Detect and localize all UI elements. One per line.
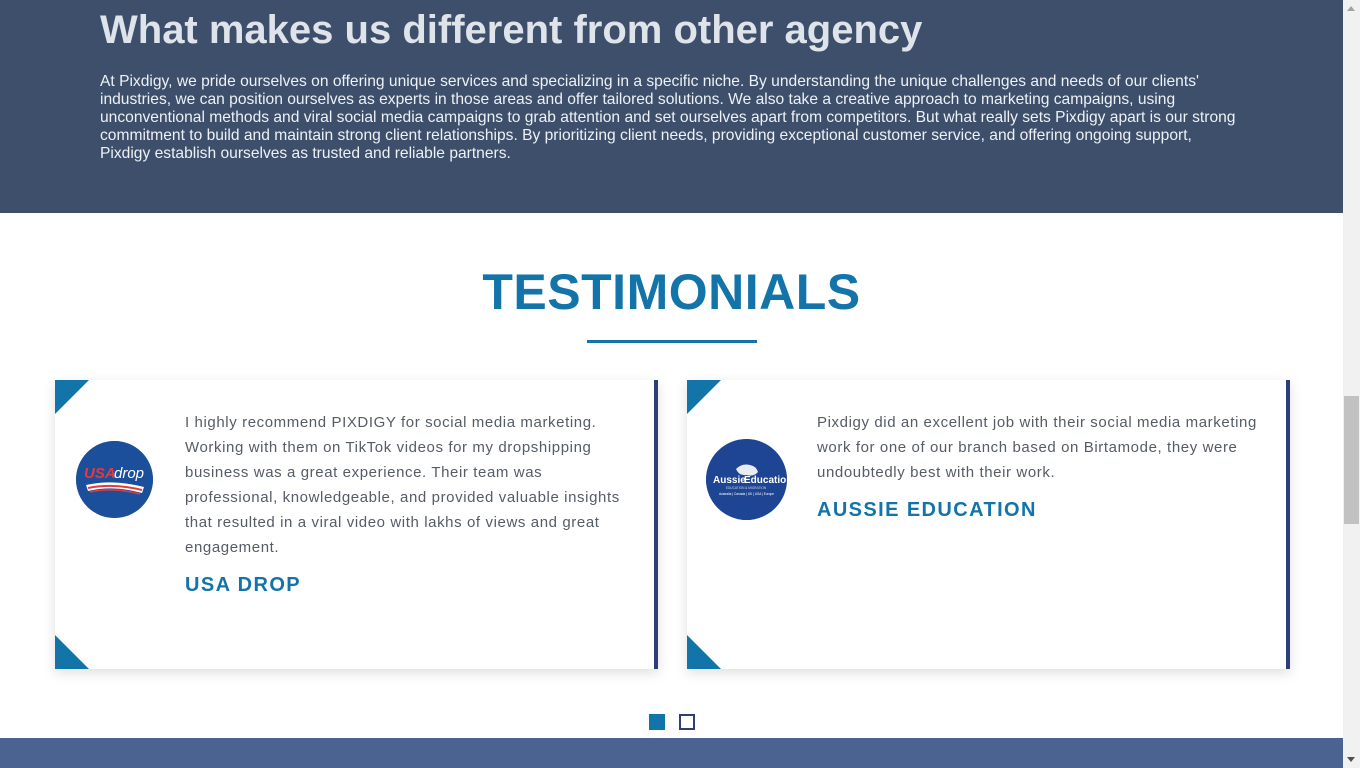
testimonial-author: AUSSIE EDUCATION	[817, 499, 1037, 521]
testimonial-quote: Pixdigy did an excellent job with their …	[817, 414, 1257, 481]
aussie-education-logo: Aussie Education EDUCATION & MIGRATION A…	[706, 439, 787, 520]
corner-decoration	[687, 635, 721, 669]
different-section-title: What makes us different from other agenc…	[100, 8, 923, 52]
testimonial-card: Aussie Education EDUCATION & MIGRATION A…	[687, 380, 1290, 669]
svg-text:Australia | Canada | UK | USA: Australia | Canada | UK | USA | Europe	[719, 492, 774, 496]
page: What makes us different from other agenc…	[0, 0, 1343, 768]
testimonial-author: USA DROP	[185, 574, 302, 596]
scrollbar-thumb[interactable]	[1344, 396, 1359, 524]
svg-text:EDUCATION & MIGRATION: EDUCATION & MIGRATION	[726, 486, 767, 490]
footer-band	[0, 738, 1343, 768]
svg-text:drop: drop	[114, 465, 144, 482]
testimonial-card: USA drop I highly recommend PIXDIGY for …	[55, 380, 658, 669]
scroll-down-arrow-icon[interactable]	[1343, 751, 1360, 768]
slider-dot-1-active[interactable]	[649, 714, 665, 730]
usa-drop-logo: USA drop	[76, 441, 153, 518]
scroll-up-arrow-icon[interactable]	[1343, 0, 1360, 17]
corner-decoration	[687, 380, 721, 414]
different-section: What makes us different from other agenc…	[0, 0, 1343, 213]
corner-decoration	[55, 635, 89, 669]
different-section-body: At Pixdigy, we pride ourselves on offeri…	[100, 73, 1236, 162]
svg-text:Education: Education	[744, 475, 787, 486]
corner-decoration	[55, 380, 89, 414]
slider-dot-2[interactable]	[679, 714, 695, 730]
page-scrollbar[interactable]	[1343, 0, 1360, 768]
testimonial-quote: I highly recommend PIXDIGY for social me…	[185, 414, 620, 556]
svg-text:Aussie: Aussie	[713, 475, 746, 486]
heading-underline	[587, 340, 757, 343]
testimonials-heading: TESTIMONIALS	[482, 264, 861, 320]
svg-text:USA: USA	[84, 465, 116, 482]
